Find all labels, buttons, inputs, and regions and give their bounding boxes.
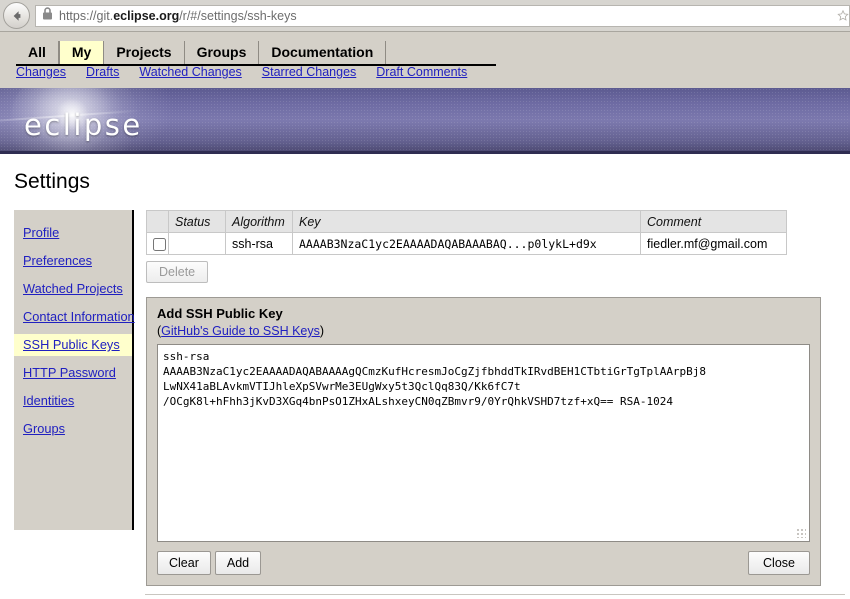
sidebar-item-profile[interactable]: Profile bbox=[14, 222, 132, 244]
row-select-checkbox[interactable] bbox=[153, 237, 166, 251]
table-row: ssh-rsa AAAAB3NzaC1yc2EAAAADAQABAAABAQ..… bbox=[146, 232, 787, 255]
content-row: Profile Preferences Watched Projects Con… bbox=[0, 194, 850, 586]
browser-chrome: https://git.eclipse.org/r/#/settings/ssh… bbox=[0, 0, 850, 32]
tab-my[interactable]: My bbox=[58, 41, 105, 64]
subtab-changes[interactable]: Changes bbox=[16, 65, 66, 79]
sidebar-item-preferences[interactable]: Preferences bbox=[14, 250, 132, 272]
add-ssh-key-panel: Add SSH Public Key (GitHub's Guide to SS… bbox=[146, 297, 821, 586]
close-button[interactable]: Close bbox=[748, 551, 810, 575]
lock-icon bbox=[42, 6, 53, 25]
star-icon[interactable] bbox=[828, 4, 850, 27]
github-guide-link[interactable]: GitHub's Guide to SSH Keys bbox=[161, 324, 320, 338]
column-header-algorithm: Algorithm bbox=[225, 210, 293, 233]
ssh-key-textarea-wrapper[interactable]: ssh-rsa AAAAB3NzaC1yc2EAAAADAQABAAAAgQCm… bbox=[157, 344, 810, 542]
url-text: https://git.eclipse.org/r/#/settings/ssh… bbox=[59, 9, 297, 23]
url-suffix: /r/#/settings/ssh-keys bbox=[179, 8, 297, 23]
main-panel: Status Algorithm Key Comment ssh-rsa AAA… bbox=[134, 210, 850, 586]
cell-key: AAAAB3NzaC1yc2EAAAADAQABAAABAQ...p0lykL+… bbox=[292, 232, 641, 255]
settings-sidebar: Profile Preferences Watched Projects Con… bbox=[14, 210, 135, 530]
add-panel-title: Add SSH Public Key bbox=[157, 306, 283, 321]
column-header-key: Key bbox=[292, 210, 641, 233]
cell-comment: fiedler.mf@gmail.com bbox=[640, 232, 787, 255]
guide-line: (GitHub's Guide to SSH Keys) bbox=[157, 324, 810, 338]
sidebar-item-watched-projects[interactable]: Watched Projects bbox=[14, 278, 132, 300]
delete-button[interactable]: Delete bbox=[146, 261, 209, 283]
subtab-drafts[interactable]: Drafts bbox=[86, 65, 119, 79]
ssh-keys-table: Status Algorithm Key Comment ssh-rsa AAA… bbox=[146, 210, 787, 255]
cell-algorithm: ssh-rsa bbox=[225, 232, 293, 255]
back-arrow-icon[interactable] bbox=[3, 2, 30, 29]
tab-groups[interactable]: Groups bbox=[185, 41, 260, 64]
row-checkbox-cell[interactable] bbox=[146, 232, 169, 255]
subtab-draft-comments[interactable]: Draft Comments bbox=[376, 65, 467, 79]
add-button[interactable]: Add bbox=[214, 551, 262, 575]
eclipse-banner: eclipse bbox=[0, 88, 850, 154]
main-tab-row: All My Projects Groups Documentation bbox=[0, 38, 850, 64]
cell-status bbox=[168, 232, 226, 255]
column-header-status: Status bbox=[168, 210, 226, 233]
eclipse-wordmark: eclipse bbox=[24, 108, 143, 142]
subtab-starred-changes[interactable]: Starred Changes bbox=[262, 65, 357, 79]
sidebar-item-identities[interactable]: Identities bbox=[14, 390, 132, 412]
sidebar-item-ssh-public-keys[interactable]: SSH Public Keys bbox=[14, 334, 132, 356]
sidebar-item-http-password[interactable]: HTTP Password bbox=[14, 362, 132, 384]
column-header-select bbox=[146, 210, 169, 233]
tab-documentation[interactable]: Documentation bbox=[259, 41, 387, 64]
guide-paren-close: ) bbox=[319, 324, 325, 338]
table-header-row: Status Algorithm Key Comment bbox=[146, 210, 787, 233]
page-title: Settings bbox=[14, 170, 90, 193]
textarea-resize-grip[interactable] bbox=[796, 528, 806, 538]
url-prefix: https://git. bbox=[59, 8, 114, 23]
sidebar-item-contact-information[interactable]: Contact Information bbox=[14, 306, 135, 328]
address-bar[interactable]: https://git.eclipse.org/r/#/settings/ssh… bbox=[35, 4, 828, 27]
sidebar-item-groups[interactable]: Groups bbox=[14, 418, 132, 440]
add-panel-button-row: Clear Add Close bbox=[157, 551, 810, 575]
clear-button[interactable]: Clear bbox=[157, 551, 211, 575]
bottom-divider bbox=[145, 594, 845, 595]
subtab-watched-changes[interactable]: Watched Changes bbox=[139, 65, 241, 79]
ssh-key-textarea[interactable]: ssh-rsa AAAAB3NzaC1yc2EAAAADAQABAAAAgQCm… bbox=[158, 345, 809, 413]
column-header-comment: Comment bbox=[640, 210, 787, 233]
tab-projects[interactable]: Projects bbox=[104, 41, 185, 64]
sub-tab-row: Changes Drafts Watched Changes Starred C… bbox=[0, 65, 850, 79]
url-domain: eclipse.org bbox=[113, 8, 180, 23]
tab-underline bbox=[16, 64, 496, 66]
tab-all[interactable]: All bbox=[16, 41, 59, 64]
gerrit-navigation: All My Projects Groups Documentation Cha… bbox=[0, 32, 850, 88]
